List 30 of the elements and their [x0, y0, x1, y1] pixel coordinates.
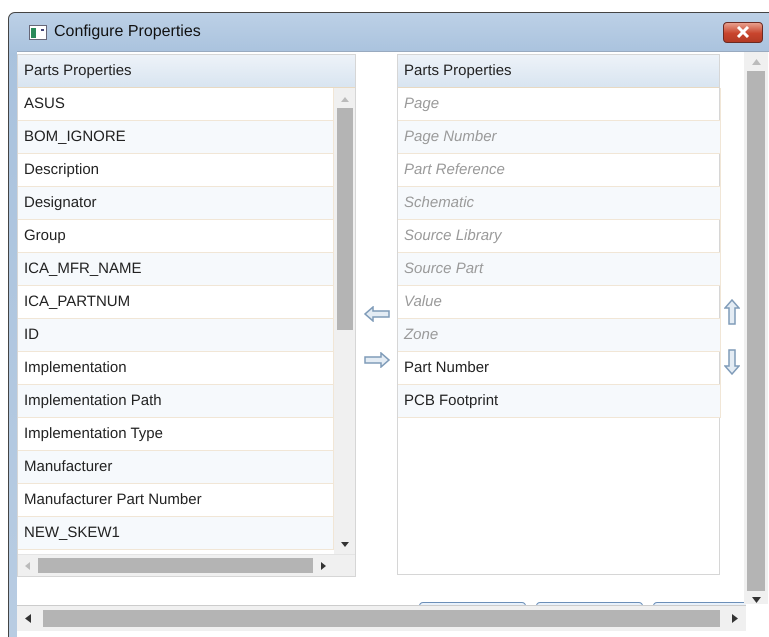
up-arrow-icon[interactable]	[752, 59, 760, 65]
vertical-scrollbar[interactable]	[744, 52, 768, 604]
window-icon	[29, 24, 47, 40]
vertical-scrollbar[interactable]	[334, 88, 355, 554]
list-item[interactable]: PCB Footprint	[398, 385, 721, 418]
list-item[interactable]: NEW_SKEW1	[18, 517, 334, 550]
list-item[interactable]: ID	[18, 319, 334, 352]
down-arrow-icon[interactable]	[340, 542, 348, 548]
column-header: Parts Properties	[398, 55, 719, 88]
close-icon	[736, 26, 750, 38]
list-item[interactable]: Designator	[18, 187, 334, 220]
up-arrow-icon[interactable]	[340, 96, 348, 102]
horizontal-scrollbar[interactable]	[17, 605, 746, 631]
window-title: Configure Properties	[54, 23, 202, 41]
down-arrow-icon[interactable]	[752, 597, 760, 603]
list-item[interactable]: BOM_IGNORE	[18, 121, 334, 154]
up-arrow-icon[interactable]	[724, 298, 740, 324]
right-arrow-icon[interactable]	[321, 562, 327, 570]
horizontal-scrollbar[interactable]	[18, 554, 355, 576]
list-item[interactable]: ICA_MFR_NAME	[18, 253, 334, 286]
scrollbar-thumb[interactable]	[747, 71, 765, 591]
left-arrow-icon[interactable]	[25, 614, 31, 623]
scrollbar-thumb[interactable]	[38, 558, 313, 574]
column-header: Parts Properties	[18, 55, 355, 88]
list-item[interactable]: Manufacturer	[18, 451, 334, 484]
close-button[interactable]	[723, 22, 763, 42]
scrollbar-thumb[interactable]	[336, 108, 352, 330]
scrollbar-thumb[interactable]	[43, 610, 720, 627]
right-arrow-icon[interactable]	[732, 614, 738, 623]
list-item[interactable]: Implementation Path	[18, 385, 334, 418]
